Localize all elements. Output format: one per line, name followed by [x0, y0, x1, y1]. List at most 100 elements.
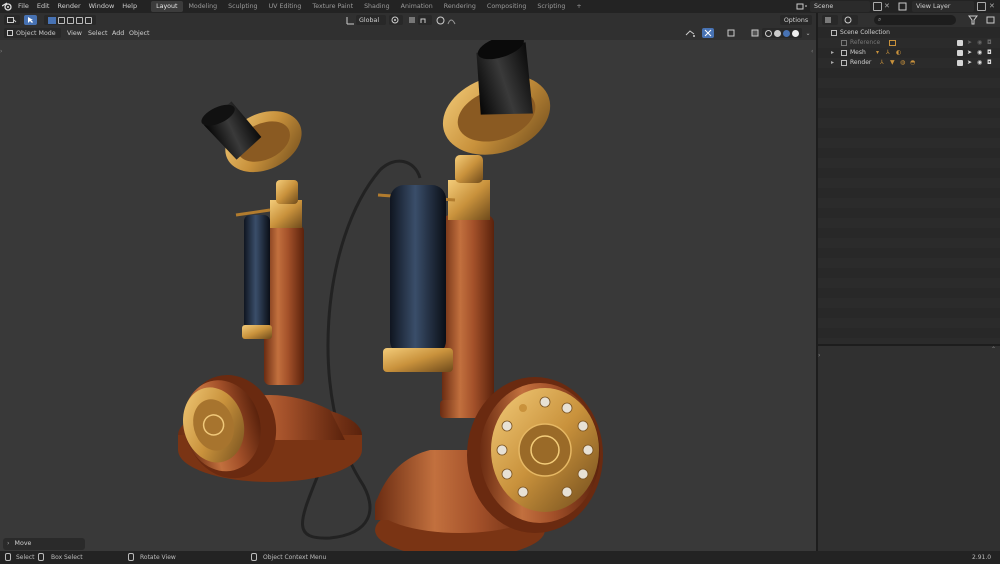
3d-viewport[interactable]: › ‹	[0, 40, 816, 551]
mouse-right-icon	[251, 553, 257, 561]
new-view-layer-icon[interactable]	[977, 2, 986, 11]
snap-target-icon[interactable]	[418, 15, 432, 25]
mode-dropdown[interactable]: Object Mode	[4, 28, 61, 38]
exclude-checkbox[interactable]	[957, 50, 963, 56]
last-operator-panel[interactable]: › Move	[3, 538, 85, 550]
tab-texture-paint[interactable]: Texture Paint	[307, 1, 358, 12]
blender-logo-icon[interactable]	[0, 0, 14, 13]
tab-layout[interactable]: Layout	[151, 1, 183, 12]
visibility-icon[interactable]	[684, 28, 698, 38]
menu-render[interactable]: Render	[53, 0, 84, 13]
hide-toggle-icon[interactable]: ◉	[977, 58, 982, 68]
delete-scene-icon[interactable]: ✕	[884, 1, 892, 12]
outliner-row-reference[interactable]: Reference ➤ ◉ ◘	[818, 38, 1000, 48]
solid-shading-icon[interactable]	[774, 29, 781, 37]
tab-sculpting[interactable]: Sculpting	[223, 1, 262, 12]
wireframe-shading-icon[interactable]	[765, 29, 772, 37]
menu-file[interactable]: File	[14, 0, 33, 13]
falloff-icon[interactable]	[446, 15, 456, 25]
top-bar: File Edit Render Window Help Layout Mode…	[0, 0, 1000, 13]
rendered-shading-icon[interactable]	[792, 29, 799, 37]
tab-modeling[interactable]: Modeling	[184, 1, 223, 12]
select-mode-buttons[interactable]	[44, 15, 96, 25]
mode-label: Object Mode	[16, 29, 56, 37]
expand-icon[interactable]: ▸	[831, 48, 834, 58]
toolbar-toggle-icon[interactable]: ›	[0, 48, 4, 56]
hide-toggle-icon[interactable]: ◉	[977, 48, 982, 58]
filter-icon[interactable]	[968, 15, 982, 25]
menu-object[interactable]: Object	[129, 27, 150, 40]
outliner-empty-row	[818, 218, 1000, 228]
menu-window[interactable]: Window	[85, 0, 119, 13]
outliner-editor-type-button[interactable]	[822, 15, 838, 25]
display-mode-button[interactable]	[842, 15, 858, 25]
scene-selector-icon[interactable]	[796, 2, 808, 11]
tab-uv-editing[interactable]: UV Editing	[264, 1, 307, 12]
tab-animation[interactable]: Animation	[396, 1, 438, 12]
tab-rendering[interactable]: Rendering	[439, 1, 481, 12]
outliner-row-mesh[interactable]: ▸ Mesh ▾ ⅄ ◐ ➤ ◉ ◘	[818, 48, 1000, 58]
options-label: Options	[783, 16, 809, 24]
tab-scripting[interactable]: Scripting	[532, 1, 570, 12]
delete-view-layer-icon[interactable]: ✕	[989, 1, 997, 12]
viewport-header: Global Options	[0, 13, 816, 27]
status-context-menu: Object Context Menu	[263, 554, 327, 561]
properties-editor[interactable]: › ⌃	[818, 346, 1000, 551]
outliner-empty-row	[818, 198, 1000, 208]
tab-shading[interactable]: Shading	[359, 1, 395, 12]
new-collection-icon[interactable]	[986, 15, 996, 25]
overlays-toggle-icon[interactable]	[726, 28, 736, 38]
gizmo-toggle-icon[interactable]	[702, 28, 714, 38]
editor-type-button[interactable]	[4, 15, 20, 25]
menu-edit[interactable]: Edit	[33, 0, 54, 13]
outliner-empty-row	[818, 278, 1000, 288]
select-toggle-icon[interactable]: ➤	[967, 58, 972, 68]
select-tool-icon[interactable]	[24, 15, 37, 25]
scene-field[interactable]: Scene	[810, 1, 870, 12]
shading-options-icon[interactable]: ⌄	[804, 28, 812, 38]
sidebar-toggle-icon[interactable]: ‹	[811, 48, 815, 56]
xray-toggle-icon[interactable]	[750, 28, 760, 38]
properties-expand-icon[interactable]: ⌃	[991, 346, 996, 353]
transform-orientation-icon[interactable]	[345, 15, 355, 25]
mesh-label: Mesh	[850, 49, 866, 56]
material-shading-icon[interactable]	[783, 29, 790, 37]
view-layer-field[interactable]: View Layer	[912, 1, 974, 12]
modifier-icon: ⅄	[886, 49, 890, 56]
exclude-checkbox[interactable]	[957, 40, 963, 46]
mode-icon	[7, 30, 13, 36]
render-toggle-icon[interactable]: ◘	[987, 48, 992, 58]
menu-add[interactable]: Add	[112, 27, 124, 40]
orientation-dropdown[interactable]: Global	[356, 15, 386, 25]
snap-icon[interactable]	[407, 15, 417, 25]
shading-mode-buttons[interactable]	[762, 28, 802, 38]
menu-view[interactable]: View	[67, 27, 82, 40]
view-layer-selector-icon[interactable]	[898, 2, 910, 11]
render-label: Render	[850, 59, 872, 66]
exclude-checkbox[interactable]	[957, 60, 963, 66]
pivot-point-icon[interactable]	[389, 15, 403, 25]
menu-select[interactable]: Select	[88, 27, 107, 40]
viewport-header-menus: Object Mode View Select Add Object ⌄	[0, 27, 816, 40]
hide-toggle-icon[interactable]: ◉	[977, 38, 982, 48]
menu-help[interactable]: Help	[118, 0, 141, 13]
outliner-empty-row	[818, 158, 1000, 168]
options-dropdown[interactable]: Options	[780, 15, 812, 25]
properties-collapse-icon[interactable]: ›	[818, 352, 820, 359]
expand-icon[interactable]: ▸	[831, 58, 834, 68]
proportional-editing-icon[interactable]	[435, 15, 445, 25]
new-scene-icon[interactable]	[873, 2, 882, 11]
render-toggle-icon[interactable]: ◘	[987, 58, 992, 68]
select-toggle-icon[interactable]: ➤	[967, 48, 972, 58]
panel-expand-icon[interactable]: ›	[7, 540, 10, 547]
outliner-empty-row	[818, 138, 1000, 148]
outliner-row-scene-collection[interactable]: Scene Collection	[818, 28, 1000, 38]
render-toggle-icon[interactable]: ◘	[987, 38, 992, 48]
select-toggle-icon[interactable]: ➤	[967, 38, 972, 48]
outliner-search-field[interactable]: ⌕	[874, 15, 956, 25]
status-box-select: Box Select	[51, 554, 83, 561]
add-workspace-button[interactable]: +	[571, 1, 586, 12]
outliner-row-render[interactable]: ▸ Render ⅄ ▼ ◍ ◓ ➤ ◉ ◘	[818, 58, 1000, 68]
outliner-empty-row	[818, 118, 1000, 128]
tab-compositing[interactable]: Compositing	[482, 1, 531, 12]
